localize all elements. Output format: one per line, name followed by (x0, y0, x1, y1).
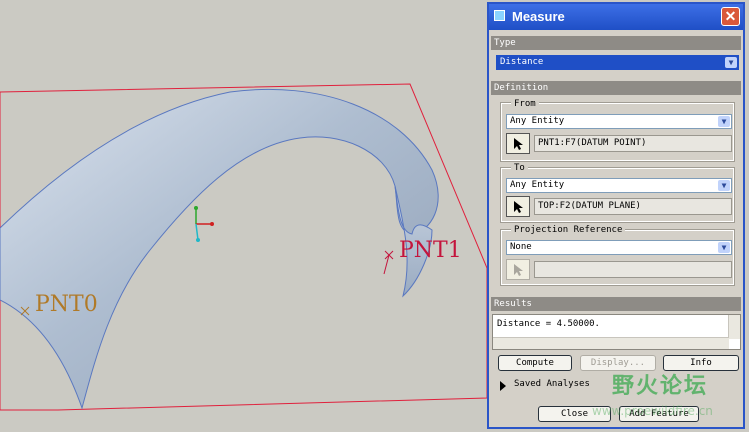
from-select-button[interactable] (506, 133, 530, 154)
dialog-titlebar[interactable]: Measure ✕ (489, 4, 743, 30)
measure-dialog: Measure ✕ Type Distance ▼ Definition Fro… (487, 2, 745, 429)
add-feature-button[interactable]: Add Feature (619, 406, 699, 422)
dropdown-arrow-icon[interactable]: ▼ (718, 242, 730, 253)
projection-group-label: Projection Reference (511, 225, 626, 235)
projection-filter-value: None (510, 242, 532, 252)
to-filter-select[interactable]: Any Entity ▼ (506, 178, 732, 193)
section-type: Type (491, 36, 741, 50)
from-filter-select[interactable]: Any Entity ▼ (506, 114, 732, 129)
from-group-label: From (511, 99, 539, 109)
pnt0-label: PNT0 (35, 292, 98, 317)
swept-surface (0, 88, 439, 410)
results-vertical-scrollbar[interactable] (728, 315, 740, 339)
pnt1-marker[interactable] (383, 250, 394, 275)
saved-analyses-toggle[interactable]: Saved Analyses (514, 379, 590, 389)
compute-button[interactable]: Compute (498, 355, 572, 371)
results-horizontal-scrollbar[interactable] (493, 337, 729, 349)
result-text: Distance = 4.50000. (497, 319, 600, 329)
from-filter-value: Any Entity (510, 116, 565, 126)
info-button[interactable]: Info (663, 355, 739, 371)
dropdown-arrow-icon[interactable]: ▼ (725, 57, 737, 68)
projection-filter-select[interactable]: None ▼ (506, 240, 732, 255)
to-select-button[interactable] (506, 196, 530, 217)
select-arrow-icon (514, 201, 523, 213)
from-group (500, 102, 735, 162)
close-icon[interactable]: ✕ (721, 7, 740, 26)
display-button[interactable]: Display... (580, 355, 656, 371)
dropdown-arrow-icon[interactable]: ▼ (718, 116, 730, 127)
projection-selection-field[interactable] (534, 261, 732, 278)
from-selection-field[interactable]: PNT1:F7(DATUM POINT) (534, 135, 732, 152)
close-button[interactable]: Close (538, 406, 611, 422)
dropdown-arrow-icon[interactable]: ▼ (718, 180, 730, 191)
window-icon (494, 10, 505, 21)
select-arrow-icon (514, 138, 523, 150)
to-selection-field[interactable]: TOP:F2(DATUM PLANE) (534, 198, 732, 215)
section-definition: Definition (491, 81, 741, 95)
pnt1-label: PNT1 (399, 238, 462, 263)
to-group-label: To (511, 163, 528, 173)
expand-arrow-icon[interactable] (500, 381, 506, 391)
projection-select-button[interactable] (506, 259, 530, 280)
select-arrow-icon (514, 264, 523, 276)
to-filter-value: Any Entity (510, 180, 565, 190)
type-select-value: Distance (500, 57, 544, 67)
coordinate-axes-icon (194, 206, 214, 242)
type-select[interactable]: Distance ▼ (496, 55, 739, 70)
dialog-title: Measure (512, 9, 565, 24)
results-box[interactable]: Distance = 4.50000. (492, 314, 741, 350)
section-results: Results (491, 297, 741, 311)
